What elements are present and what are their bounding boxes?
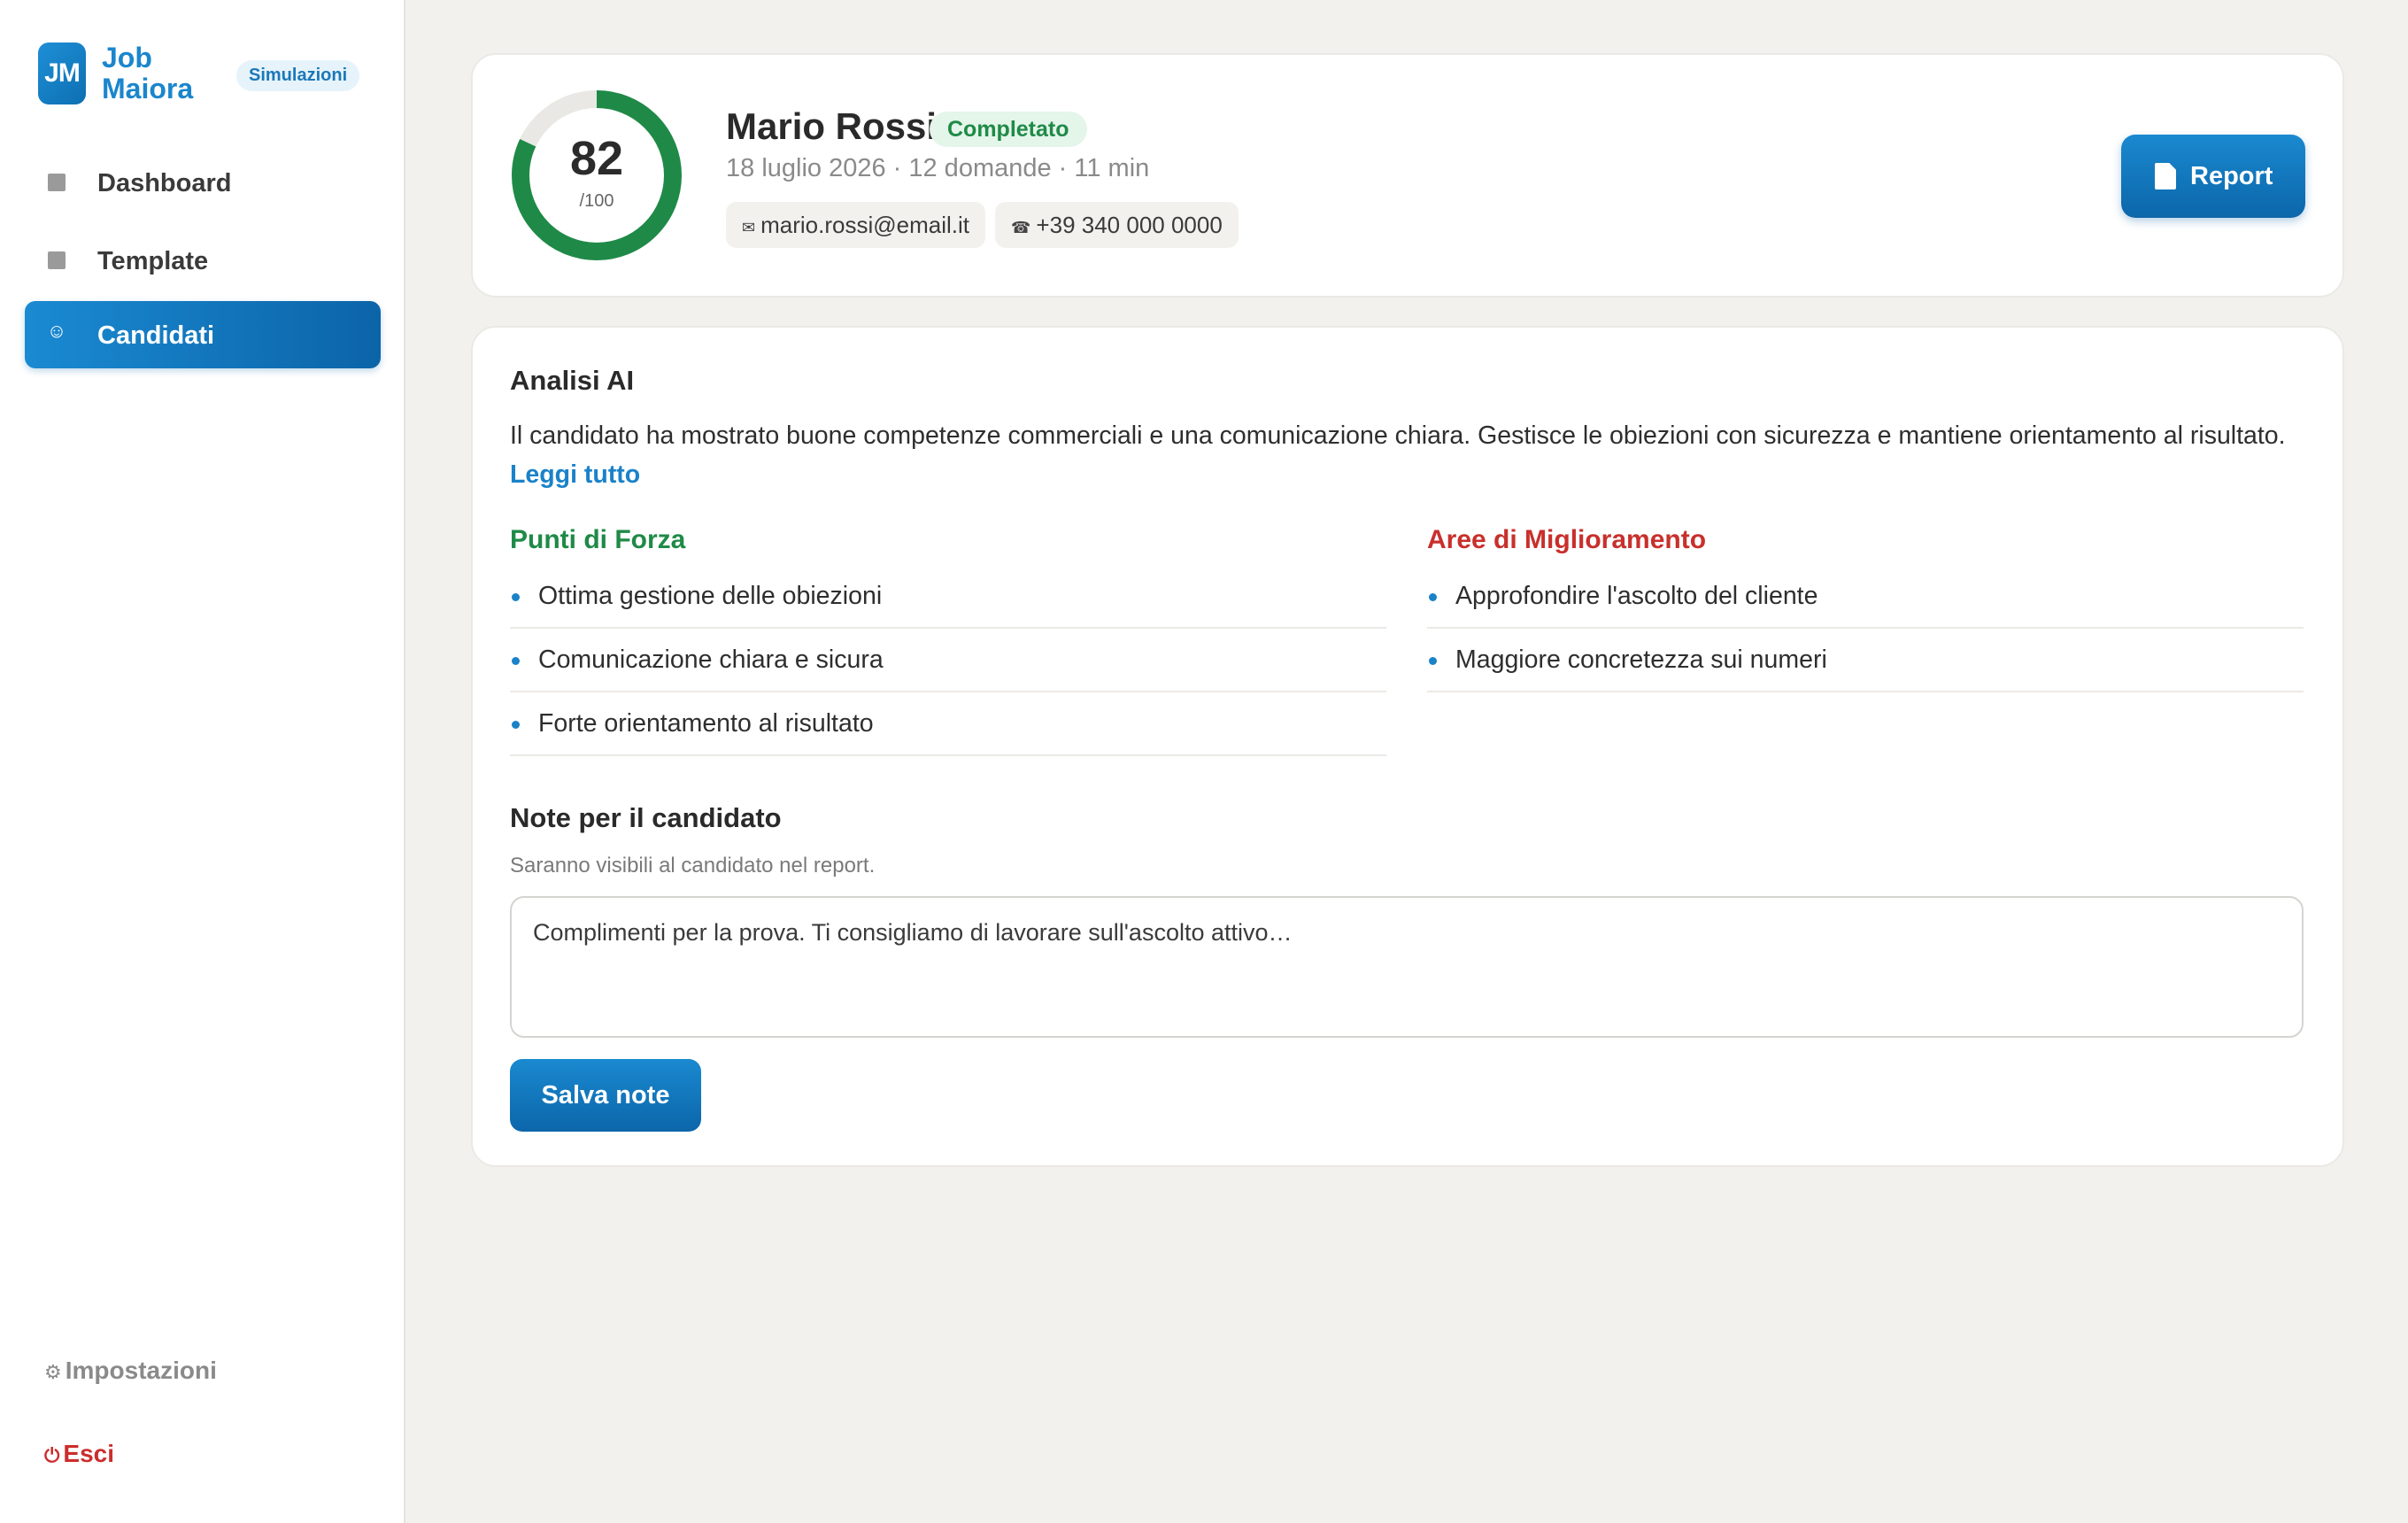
interview-meta: 18 luglio 2026 · 12 domande · 11 min [726, 154, 1150, 182]
sidebar-item-candidati[interactable]: ☺ Candidati [25, 301, 381, 368]
sidebar-item-template[interactable]: Template [25, 227, 381, 294]
brand-name: Job Maiora [102, 42, 194, 104]
strengths-title: Punti di Forza [510, 525, 686, 554]
phone-value: +39 340 000 0000 [1036, 212, 1223, 238]
candidate-header-card: 82 /100 Mario Rossi Completato 18 luglio… [471, 53, 2344, 298]
list-item: Comunicazione chiara e sicura [510, 629, 1386, 692]
score-max: /100 [579, 191, 614, 211]
analysis-card: Analisi AI Il candidato ha mostrato buon… [471, 326, 2344, 1167]
square-icon [48, 174, 66, 191]
analysis-body: Il candidato ha mostrato buone competenz… [510, 421, 2286, 450]
list-item-text: Maggiore concretezza sui numeri [1455, 646, 1827, 674]
status-badge: Completato [930, 112, 1087, 147]
sidebar: JM Job Maiora Simulazioni Dashboard Temp… [0, 0, 405, 1523]
bullet-icon [1429, 593, 1437, 601]
report-button-label: Report [2190, 162, 2273, 190]
read-more-link[interactable]: Leggi tutto [510, 460, 640, 489]
list-item: Ottima gestione delle obiezioni [510, 565, 1386, 629]
simulations-badge: Simulazioni [236, 60, 360, 91]
email-chip[interactable]: ✉ mario.rossi@email.it [726, 202, 985, 248]
score-value: 82 [569, 132, 624, 185]
improvements-column: Aree di Miglioramento Approfondire l'asc… [1427, 522, 2304, 692]
email-value: mario.rossi@email.it [760, 212, 969, 238]
power-icon: ⏻ [44, 1444, 60, 1466]
gear-icon: ⚙ [44, 1361, 62, 1383]
bullet-icon [512, 721, 520, 729]
exit-label: Esci [63, 1440, 115, 1467]
list-item: Forte orientamento al risultato [510, 692, 1386, 756]
square-icon [48, 251, 66, 269]
improvements-title: Aree di Miglioramento [1427, 525, 1707, 554]
list-item-text: Comunicazione chiara e sicura [538, 646, 884, 674]
list-item: Maggiore concretezza sui numeri [1427, 629, 2304, 692]
list-item-text: Approfondire l'ascolto del cliente [1455, 582, 1818, 610]
notes-hint: Saranno visibili al candidato nel report… [510, 854, 876, 877]
save-notes-button[interactable]: Salva note [510, 1059, 701, 1132]
bullet-icon [512, 593, 520, 601]
analysis-text: Il candidato ha mostrato buone competenz… [510, 416, 2307, 494]
sidebar-item-label: Template [97, 247, 209, 275]
sidebar-item-label: Candidati [97, 321, 215, 350]
list-item-text: Forte orientamento al risultato [538, 709, 874, 738]
envelope-icon: ✉ [742, 219, 756, 236]
brand[interactable]: JM Job Maiora Simulazioni [38, 43, 374, 108]
smiley-icon: ☺ [46, 320, 67, 342]
notes-textarea[interactable] [510, 896, 2304, 1038]
list-item-text: Ottima gestione delle obiezioni [538, 582, 883, 610]
list-item: Approfondire l'ascolto del cliente [1427, 565, 2304, 629]
sidebar-item-label: Dashboard [97, 169, 232, 197]
settings-link[interactable]: ⚙ Impostazioni [44, 1357, 217, 1385]
exit-link[interactable]: ⏻ Esci [44, 1440, 114, 1468]
settings-label: Impostazioni [65, 1357, 217, 1384]
document-icon [2155, 163, 2176, 189]
candidate-name: Mario Rossi [726, 105, 938, 147]
brand-logo: JM [38, 43, 86, 104]
phone-chip[interactable]: ☎ +39 340 000 0000 [995, 202, 1239, 248]
analysis-title: Analisi AI [510, 365, 635, 396]
sidebar-item-dashboard[interactable]: Dashboard [25, 149, 381, 216]
bullet-icon [512, 657, 520, 665]
strengths-column: Punti di Forza Ottima gestione delle obi… [510, 522, 1386, 756]
bullet-icon [1429, 657, 1437, 665]
notes-title: Note per il candidato [510, 802, 782, 833]
phone-icon: ☎ [1011, 219, 1031, 236]
report-button[interactable]: Report [2121, 135, 2305, 218]
